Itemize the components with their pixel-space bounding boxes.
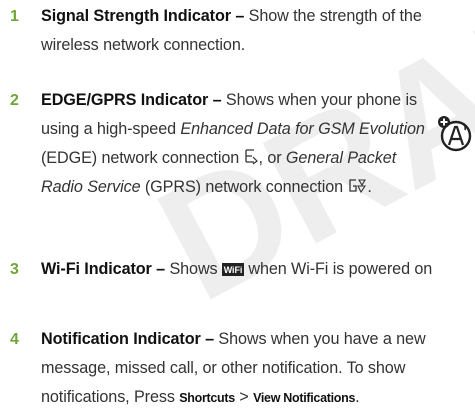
item-description: Signal Strength Indicator – Show the str… — [41, 2, 473, 60]
item-emphasis: Enhanced Data for GSM Evolution — [180, 120, 425, 138]
item-term: Signal Strength Indicator – — [41, 7, 245, 25]
item-text: (EDGE) network connection — [41, 149, 244, 167]
item-description: Wi-Fi Indicator – Shows WiFi when Wi-Fi … — [41, 255, 473, 284]
wifi-status-icon: WiFi — [221, 263, 244, 276]
item-number: 2 — [10, 92, 19, 109]
item-text: . — [367, 178, 372, 196]
shortcuts-key: Shortcuts — [179, 391, 235, 405]
item-text: Shows — [165, 260, 222, 278]
view-notifications-key: View Notifications — [253, 391, 356, 405]
accessibility-a-icon — [438, 116, 472, 152]
item-description: EDGE/GPRS Indicator – Shows when your ph… — [41, 86, 433, 202]
item-number: 3 — [10, 261, 19, 278]
menu-separator: > — [234, 388, 254, 406]
item-number: 4 — [10, 331, 19, 348]
item-term: EDGE/GPRS Indicator – — [41, 91, 222, 109]
item-description: Notification Indicator – Shows when you … — [41, 325, 473, 413]
item-text: when Wi-Fi is powered on — [243, 260, 433, 278]
edge-network-icon — [244, 149, 258, 165]
item-text: . — [355, 388, 360, 406]
item-text: , or — [258, 149, 286, 167]
gprs-network-icon — [349, 179, 367, 194]
item-text: (GPRS) network connection — [140, 178, 348, 196]
item-term: Wi-Fi Indicator – — [41, 260, 166, 278]
item-term: Notification Indicator – — [41, 330, 214, 348]
item-number: 1 — [10, 8, 19, 25]
svg-text:WiFi: WiFi — [224, 265, 243, 275]
